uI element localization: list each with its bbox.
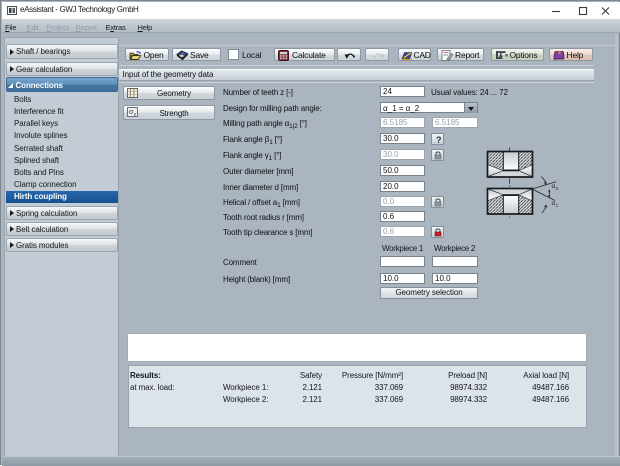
svg-text:2: 2	[556, 186, 559, 192]
svg-text:1: 1	[556, 203, 559, 209]
